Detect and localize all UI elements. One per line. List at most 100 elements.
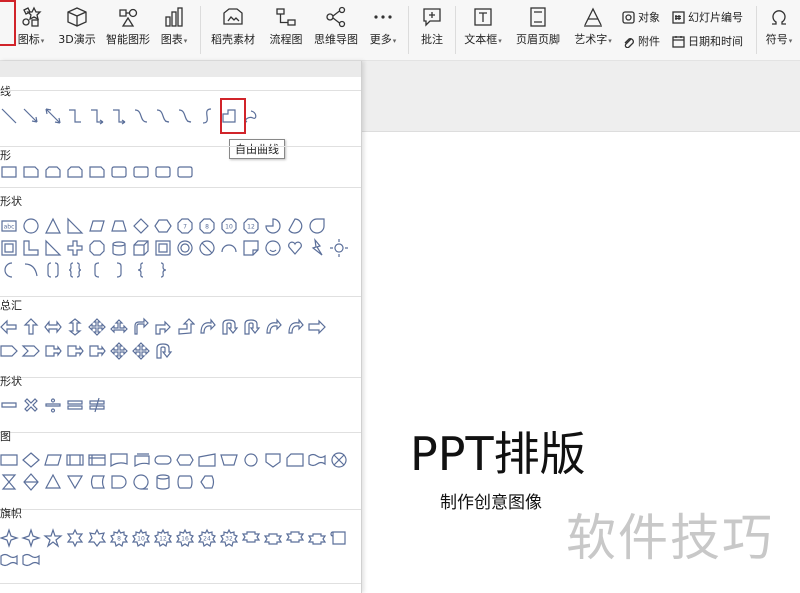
seq-shape-icon[interactable] [130, 471, 152, 493]
smile-shape-icon[interactable] [262, 237, 284, 259]
rect-shape-icon[interactable] [0, 161, 20, 183]
disp-shape-icon[interactable] [196, 471, 218, 493]
curveA-shape-icon[interactable] [152, 105, 174, 127]
rtri-shape-icon[interactable] [64, 215, 86, 237]
date-time-button[interactable]: 日期和时间 [672, 33, 743, 49]
wave-shape-icon[interactable] [0, 549, 20, 571]
rtri-shape-icon[interactable] [42, 237, 64, 259]
dec-shape-icon[interactable] [20, 449, 42, 471]
minus-shape-icon[interactable] [0, 394, 20, 416]
wave-shape-icon[interactable] [20, 549, 42, 571]
snip2-shape-icon[interactable] [42, 161, 64, 183]
star4-shape-icon[interactable] [0, 527, 20, 549]
card-shape-icon[interactable] [284, 449, 306, 471]
snip2-shape-icon[interactable] [64, 161, 86, 183]
aTurn-shape-icon[interactable] [130, 316, 152, 338]
div-shape-icon[interactable] [42, 394, 64, 416]
symbol-button[interactable]: 符号▾ [762, 0, 796, 60]
burst-shape-icon[interactable]: 24 [196, 527, 218, 549]
donut-shape-icon[interactable] [174, 237, 196, 259]
man-shape-icon[interactable] [196, 449, 218, 471]
conn-shape-icon[interactable] [240, 449, 262, 471]
docer-material-button[interactable]: 稻壳素材 [208, 0, 258, 60]
a4-shape-icon[interactable] [108, 340, 130, 362]
object-button[interactable]: 对象 [622, 9, 660, 25]
burst-shape-icon[interactable]: 32 [218, 527, 240, 549]
3d-demo-button[interactable]: 3D演示 [56, 0, 98, 60]
ribbon-shape-icon[interactable] [240, 527, 262, 549]
star6-shape-icon[interactable] [64, 527, 86, 549]
sort-shape-icon[interactable] [20, 471, 42, 493]
header-footer-button[interactable]: 页眉页脚 [512, 0, 564, 60]
star7-shape-icon[interactable] [86, 527, 108, 549]
bolt-shape-icon[interactable] [306, 237, 328, 259]
aU2-shape-icon[interactable] [152, 340, 174, 362]
delay-shape-icon[interactable] [108, 471, 130, 493]
attachment-button[interactable]: 附件 [622, 33, 660, 49]
term-shape-icon[interactable] [152, 449, 174, 471]
chord-shape-icon[interactable] [284, 215, 306, 237]
sun-shape-icon[interactable] [328, 237, 350, 259]
star5-shape-icon[interactable] [42, 527, 64, 549]
heart-shape-icon[interactable] [284, 237, 306, 259]
snip-shape-icon[interactable] [20, 161, 42, 183]
rrect-shape-icon[interactable] [174, 161, 196, 183]
ribbon2-shape-icon[interactable] [306, 527, 328, 549]
star4-shape-icon[interactable] [20, 527, 42, 549]
coll-shape-icon[interactable] [0, 471, 20, 493]
rbr-shape-icon[interactable] [108, 259, 130, 281]
aCurv-shape-icon[interactable] [196, 316, 218, 338]
arc2-shape-icon[interactable] [20, 259, 42, 281]
hex-shape-icon[interactable] [152, 215, 174, 237]
Lshape-shape-icon[interactable] [20, 237, 42, 259]
pie-shape-icon[interactable] [262, 215, 284, 237]
flowchart-button[interactable]: 流程图 [266, 0, 306, 60]
bracket-shape-icon[interactable] [42, 259, 64, 281]
circle-shape-icon[interactable] [20, 215, 42, 237]
a3-shape-icon[interactable] [108, 316, 130, 338]
extr-shape-icon[interactable] [42, 471, 64, 493]
tape-shape-icon[interactable] [306, 449, 328, 471]
burst-shape-icon[interactable]: 8 [108, 527, 130, 549]
snip-shape-icon[interactable] [86, 161, 108, 183]
oct-shape-icon[interactable]: 12 [240, 215, 262, 237]
burst-shape-icon[interactable]: 12 [152, 527, 174, 549]
fold-shape-icon[interactable] [240, 237, 262, 259]
elbow-shape-icon[interactable] [64, 105, 86, 127]
aStr-shape-icon[interactable] [306, 316, 328, 338]
aUD-shape-icon[interactable] [64, 316, 86, 338]
callA-shape-icon[interactable] [42, 340, 64, 362]
mindmap-button[interactable]: 思维导图 [312, 0, 360, 60]
tear-shape-icon[interactable] [306, 215, 328, 237]
elbowA-shape-icon[interactable] [108, 105, 130, 127]
eq-shape-icon[interactable] [64, 394, 86, 416]
oct-shape-icon[interactable] [86, 237, 108, 259]
store-shape-icon[interactable] [86, 471, 108, 493]
sumj-shape-icon[interactable] [328, 449, 350, 471]
rrect-shape-icon[interactable] [152, 161, 174, 183]
elbowA-shape-icon[interactable] [86, 105, 108, 127]
aU-shape-icon[interactable] [20, 316, 42, 338]
pred-shape-icon[interactable] [64, 449, 86, 471]
merge-shape-icon[interactable] [64, 471, 86, 493]
intst-shape-icon[interactable] [86, 449, 108, 471]
multi-shape-icon[interactable] [130, 449, 152, 471]
chev-shape-icon[interactable] [20, 340, 42, 362]
slide-title[interactable]: PPT排版 [410, 418, 586, 484]
shape-button-highlight[interactable] [0, 0, 16, 46]
oct-shape-icon[interactable]: 7 [174, 215, 196, 237]
frame-shape-icon[interactable] [0, 237, 20, 259]
aCurv-shape-icon[interactable] [262, 316, 284, 338]
burst-shape-icon[interactable]: 16 [174, 527, 196, 549]
aU2-shape-icon[interactable] [240, 316, 262, 338]
offc-shape-icon[interactable] [262, 449, 284, 471]
ribbon-shape-icon[interactable] [284, 527, 306, 549]
diamond-shape-icon[interactable] [130, 215, 152, 237]
callA-shape-icon[interactable] [64, 340, 86, 362]
smart-graphic-button[interactable]: 智能图形 [104, 0, 152, 60]
moon-shape-icon[interactable] [0, 259, 20, 281]
lbc-shape-icon[interactable] [130, 259, 152, 281]
freeform-curve-highlight[interactable] [220, 98, 246, 134]
rrect-shape-icon[interactable] [108, 161, 130, 183]
pent2-shape-icon[interactable] [0, 340, 20, 362]
